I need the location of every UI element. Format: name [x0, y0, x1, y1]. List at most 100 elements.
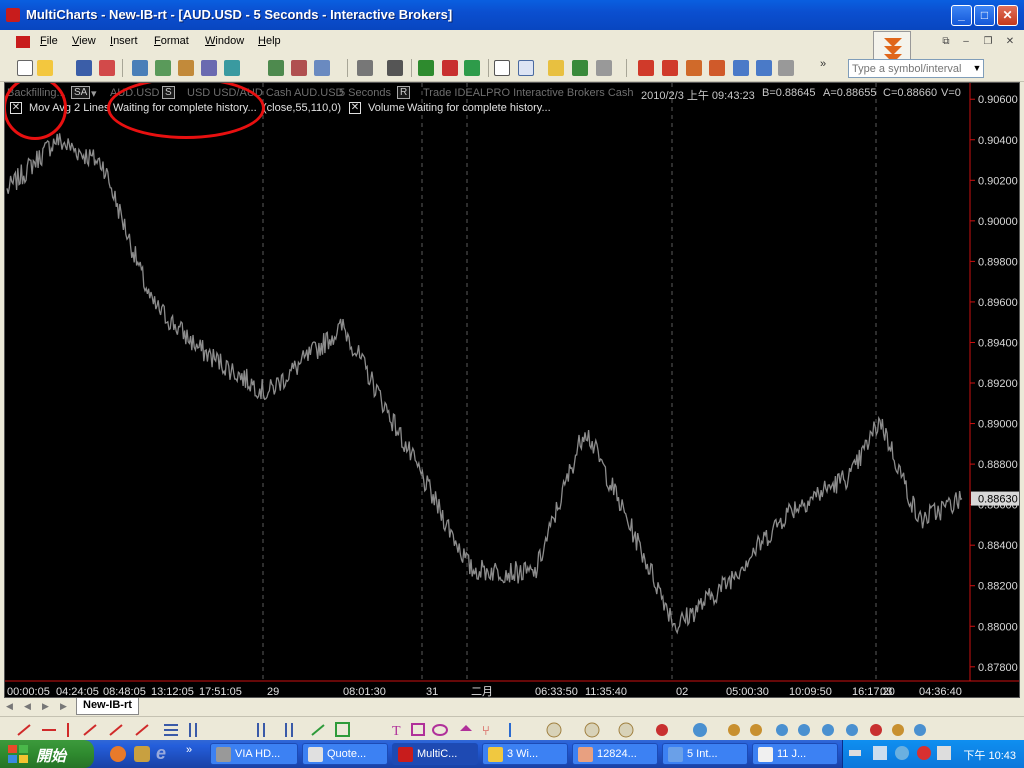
scanner-icon[interactable]: [178, 60, 194, 76]
chart-window-new-icon[interactable]: [132, 60, 148, 76]
pointer-icon[interactable]: [494, 60, 510, 76]
start-label: 開始: [36, 748, 67, 765]
time-tick-label: 04:24:05: [56, 686, 99, 698]
format-study-icon[interactable]: [291, 60, 307, 76]
time-tick-label: 13:12:05: [151, 686, 194, 698]
expert-commentary-icon: [728, 724, 740, 736]
scroll-limits-icon[interactable]: [709, 60, 725, 76]
data-window-icon[interactable]: [357, 60, 373, 76]
network-icon[interactable]: [895, 746, 909, 760]
price-tick-label: 0.87800: [978, 662, 1018, 674]
title-bar[interactable]: MultiCharts - New-IB-rt - [AUD.USD - 5 S…: [0, 0, 1024, 30]
task-button-java[interactable]: 11 J...: [752, 743, 838, 765]
task-button-internet-explorer[interactable]: 5 Int...: [662, 743, 748, 765]
menu-window[interactable]: Window: [205, 35, 244, 47]
volume-study-name: Volume: [368, 102, 405, 114]
menu-insert[interactable]: Insert: [110, 35, 138, 47]
minimize-button[interactable]: _: [951, 5, 972, 26]
last-tab-arrow-icon[interactable]: ▶: [60, 701, 67, 712]
mdi-minimize-button[interactable]: –: [958, 35, 974, 49]
bar-chart-icon[interactable]: [418, 60, 434, 76]
scroll-up-icon[interactable]: [733, 60, 749, 76]
open-folder-icon[interactable]: [37, 60, 53, 76]
menu-view[interactable]: View: [72, 35, 96, 47]
time-scale-icon: [798, 724, 810, 736]
keyboard-icon[interactable]: [849, 750, 861, 756]
price-tick-label: 0.88000: [978, 621, 1018, 633]
multicharts-app-icon[interactable]: [6, 8, 20, 22]
time-tick-label: 10:09:50: [789, 686, 832, 698]
security-icon[interactable]: [917, 746, 931, 760]
text-tool-icon: T: [392, 724, 401, 739]
hourglass-icon[interactable]: [686, 60, 702, 76]
checkmark-icon[interactable]: [464, 60, 480, 76]
format-symbol-icon[interactable]: [268, 60, 284, 76]
dom-icon[interactable]: [201, 60, 217, 76]
menu-file[interactable]: File: [40, 35, 58, 47]
task-button-via-hd[interactable]: VIA HD...: [210, 743, 298, 765]
quicklaunch-app-icon[interactable]: [134, 746, 150, 762]
price-chart[interactable]: 0.90600 0.90400 0.90200 0.90000 0.89800 0.896…: [5, 83, 1020, 698]
time-tick-label: 06:33:50: [535, 686, 578, 698]
close-doc-icon[interactable]: [99, 60, 115, 76]
new-icon[interactable]: [17, 60, 33, 76]
sell-marker-icon[interactable]: [596, 60, 612, 76]
chart-window[interactable]: 0.90600 0.90400 0.90200 0.90000 0.89800 0.896…: [4, 82, 1020, 698]
rectangle-icon: [411, 723, 425, 736]
buy-marker-icon[interactable]: [572, 60, 588, 76]
prev-tab-arrow-icon[interactable]: ◀: [24, 701, 31, 712]
mdi-restore-button[interactable]: ❐: [980, 35, 996, 49]
internet-explorer-icon[interactable]: e: [156, 743, 166, 764]
task-button-quote[interactable]: Quote...: [302, 743, 388, 765]
start-button[interactable]: 開始: [0, 740, 94, 768]
volume-icon[interactable]: [937, 746, 951, 760]
portfolio-icon[interactable]: [224, 60, 240, 76]
sa-dropdown-arrow-icon[interactable]: ▾: [91, 87, 97, 100]
tools-icon[interactable]: [873, 746, 887, 760]
quote-manager-icon[interactable]: [155, 60, 171, 76]
text-note-icon[interactable]: [548, 60, 564, 76]
andrews-pitchfork-icon: ⑂: [482, 724, 490, 739]
r-dropdown[interactable]: R: [397, 86, 411, 99]
price-tick-label: 0.90000: [978, 216, 1018, 228]
close-button[interactable]: ✕: [997, 5, 1018, 26]
price-scale-icon: [776, 724, 788, 736]
quicklaunch-overflow-icon[interactable]: »: [186, 744, 192, 756]
status-line-icon[interactable]: [387, 60, 403, 76]
scroll-down-icon[interactable]: [756, 60, 772, 76]
save-icon[interactable]: [76, 60, 92, 76]
task-button-windows-explorer[interactable]: 3 Wi...: [482, 743, 568, 765]
symbol-input[interactable]: [848, 59, 984, 78]
task-button-image[interactable]: 12824...: [572, 743, 658, 765]
menu-help[interactable]: Help: [258, 35, 281, 47]
crosshair-icon[interactable]: [518, 60, 534, 76]
symbol-dropdown-icon[interactable]: ▼: [970, 60, 984, 77]
next-tab-arrow-icon[interactable]: ▶: [42, 701, 49, 712]
resolution-label: 5 Seconds: [339, 87, 391, 99]
drawing-tools-icons[interactable]: T ⑂: [0, 717, 1024, 741]
time-tick-label: 03: [880, 686, 892, 698]
last-update-time: 2010/2/3 上午 09:43:23: [641, 90, 755, 102]
maximize-button[interactable]: □: [974, 5, 995, 26]
time-tick-label: 08:48:05: [103, 686, 146, 698]
application-window: MultiCharts - New-IB-rt - [AUD.USD - 5 S…: [0, 0, 1024, 768]
workspace-tab[interactable]: New-IB-rt: [76, 698, 139, 715]
zoom-out-bars-icon[interactable]: [638, 60, 654, 76]
auto-scale-icon[interactable]: [778, 60, 794, 76]
task-button-multicharts[interactable]: MultiC...: [392, 743, 478, 765]
first-tab-arrow-icon[interactable]: ◀: [6, 701, 13, 712]
zoom-tool-icon: [822, 724, 834, 736]
zoom-in-bars-icon[interactable]: [662, 60, 678, 76]
toolbar-overflow-icon[interactable]: »: [820, 58, 826, 70]
chart-window-icon[interactable]: [16, 36, 30, 48]
price-tick-label: 0.90400: [978, 135, 1018, 147]
insert-study-icon[interactable]: [314, 60, 330, 76]
candlestick-icon[interactable]: [442, 60, 458, 76]
restore-icon[interactable]: ⧉: [938, 35, 954, 49]
mdi-close-button[interactable]: ✕: [1002, 35, 1018, 49]
sa-dropdown[interactable]: SA: [71, 86, 91, 99]
system-tray: 下午 10:43: [842, 740, 1024, 768]
firefox-icon[interactable]: [110, 746, 126, 762]
remove-volume-button[interactable]: ✕: [349, 102, 361, 114]
menu-format[interactable]: Format: [154, 35, 189, 47]
